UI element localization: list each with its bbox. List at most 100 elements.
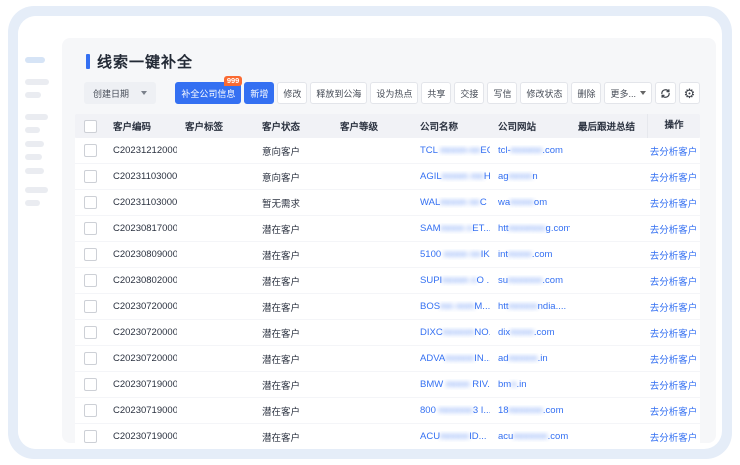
analyze-customer-link[interactable]: 去分析客户 xyxy=(650,433,698,444)
customer-table: 客户编码客户标签客户状态客户等级公司名称公司网站最后跟进总结操作 C202312… xyxy=(75,114,700,443)
table-row: C202308020001潜在客户SUPImnnm nO ...sumnnnnn… xyxy=(75,268,700,294)
create-date-filter[interactable]: 创建日期 xyxy=(84,82,156,104)
company-name-link[interactable]: WALmnnm nnC . xyxy=(412,197,490,208)
company-name-link[interactable]: SUPImnnm nO ... xyxy=(412,275,490,286)
row-checkbox[interactable] xyxy=(84,248,97,261)
row-checkbox[interactable] xyxy=(84,352,97,365)
table-row: C202308090001潜在客户5100 mnnn nnIK...intmnn… xyxy=(75,242,700,268)
add-button[interactable]: 新增 xyxy=(244,82,274,104)
company-site-link[interactable]: httmnnmnng.com xyxy=(490,223,570,234)
row-checkbox-cell xyxy=(75,378,105,391)
visible-text: SAM xyxy=(420,223,441,234)
toolbar: 创建日期 补全公司信息 999 新增 修改释放到公海设为热点共享交接写信修改状态… xyxy=(62,82,716,104)
more-button[interactable]: 更多... xyxy=(604,82,652,104)
main-panel: 线索一键补全 创建日期 补全公司信息 999 新增 修改释放到公海设为热点共享交… xyxy=(62,38,716,443)
visible-text: DIXC xyxy=(420,327,443,338)
row-checkbox[interactable] xyxy=(84,430,97,443)
analyze-customer-link[interactable]: 去分析客户 xyxy=(650,381,698,392)
company-site-link[interactable]: tcl-mnnmn.com xyxy=(490,145,570,156)
page-title: 线索一键补全 xyxy=(97,51,193,72)
company-name-link[interactable]: DIXCmnnnmNO... xyxy=(412,327,490,338)
row-checkbox-cell xyxy=(75,222,105,235)
select-all-checkbox[interactable] xyxy=(84,120,97,133)
column-header-summary: 最后跟进总结 xyxy=(570,119,647,133)
redacted-text: mnnm nn xyxy=(440,197,480,208)
analyze-customer-link[interactable]: 去分析客户 xyxy=(650,329,698,340)
visible-text: BMW xyxy=(420,379,446,390)
row-checkbox[interactable] xyxy=(84,404,97,417)
company-name-link[interactable]: ACUmnnnnID... xyxy=(412,431,490,442)
analyze-customer-link[interactable]: 去分析客户 xyxy=(650,407,698,418)
visible-text: ACU xyxy=(420,431,440,442)
company-name-link[interactable]: SAMmnnn nET... xyxy=(412,223,490,234)
company-name-link[interactable]: ADVAmnnnnIN... xyxy=(412,353,490,364)
redacted-text: mnnn n xyxy=(441,223,473,234)
visible-text: tcl- xyxy=(498,145,511,156)
analyze-customer-link[interactable]: 去分析客户 xyxy=(650,277,698,288)
column-header-tag: 客户标签 xyxy=(177,119,254,133)
analyze-customer-link[interactable]: 去分析客户 xyxy=(650,173,698,184)
row-checkbox[interactable] xyxy=(84,170,97,183)
table-row: C202307190002潜在客户800 mnnnnn3 I...18mnnnn… xyxy=(75,398,700,424)
visible-text: BOS xyxy=(420,301,440,312)
toolbar-button-写信[interactable]: 写信 xyxy=(487,82,517,104)
visible-text: WAL xyxy=(420,197,440,208)
sync-button[interactable] xyxy=(655,82,676,104)
row-checkbox[interactable] xyxy=(84,222,97,235)
redacted-text: mnnm-nn xyxy=(440,145,480,156)
analyze-customer-link[interactable]: 去分析客户 xyxy=(650,147,698,158)
company-site-link[interactable]: 18mnnnnn.com xyxy=(490,405,570,416)
company-name-link[interactable]: BOSmn nnmM... xyxy=(412,301,490,312)
toolbar-button-删除[interactable]: 删除 xyxy=(571,82,601,104)
analyze-customer-link[interactable]: 去分析客户 xyxy=(650,251,698,262)
row-checkbox[interactable] xyxy=(84,144,97,157)
company-site-link[interactable]: wamnnnom xyxy=(490,197,570,208)
analyze-customer-link[interactable]: 去分析客户 xyxy=(650,303,698,314)
row-checkbox[interactable] xyxy=(84,300,97,313)
company-name-link[interactable]: AGILmnnm mnHN... xyxy=(412,171,490,182)
settings-button[interactable]: ⚙ xyxy=(679,82,700,104)
toolbar-button-共享[interactable]: 共享 xyxy=(421,82,451,104)
toolbar-button-交接[interactable]: 交接 xyxy=(454,82,484,104)
redacted-text: mnnm n xyxy=(442,275,476,286)
toolbar-button-修改状态[interactable]: 修改状态 xyxy=(520,82,568,104)
company-name-link[interactable]: 800 mnnnnn3 I... xyxy=(412,405,490,416)
analyze-customer-link[interactable]: 去分析客户 xyxy=(650,199,698,210)
visible-text: dix xyxy=(498,327,510,338)
company-site-link[interactable]: httmnnnnndia.... xyxy=(490,301,570,312)
table-row: C202307190001潜在客户ACUmnnnnID...acumnnnnn.… xyxy=(75,424,700,443)
company-name-link[interactable]: BMW mnnn RIV... xyxy=(412,379,490,390)
company-site-link[interactable]: dixmnnn.com xyxy=(490,327,570,338)
toolbar-button-设为热点[interactable]: 设为热点 xyxy=(370,82,418,104)
toolbar-button-释放到公海[interactable]: 释放到公海 xyxy=(310,82,367,104)
company-site-link[interactable]: intmnnn.com xyxy=(490,249,570,260)
table-row: C202312120001意向客户TCL mnnm-nnEC...tcl-mnn… xyxy=(75,138,700,164)
browser-frame: 线索一键补全 创建日期 补全公司信息 999 新增 修改释放到公海设为热点共享交… xyxy=(8,6,732,459)
company-site-link[interactable]: bmn.in xyxy=(490,379,570,390)
company-site-link[interactable]: sumnnnnn.com xyxy=(490,275,570,286)
visible-text: IN... xyxy=(474,353,490,364)
redacted-text: mn nnm xyxy=(440,301,474,312)
status-cell: 暂无需求 xyxy=(254,196,332,210)
company-site-link[interactable]: acumnnnnn.com xyxy=(490,431,570,442)
complete-company-info-button[interactable]: 补全公司信息 999 xyxy=(175,82,241,104)
row-checkbox-cell xyxy=(75,326,105,339)
visible-text: htt xyxy=(498,223,509,234)
company-site-link[interactable]: agmnnnn xyxy=(490,171,570,182)
redacted-text: mnnm mn xyxy=(442,171,484,182)
table-header-row: 客户编码客户标签客户状态客户等级公司名称公司网站最后跟进总结操作 xyxy=(75,114,700,138)
status-cell: 潜在客户 xyxy=(254,248,332,262)
row-checkbox[interactable] xyxy=(84,196,97,209)
visible-text: .in xyxy=(517,379,527,390)
analyze-customer-link[interactable]: 去分析客户 xyxy=(650,225,698,236)
company-name-link[interactable]: TCL mnnm-nnEC... xyxy=(412,145,490,156)
visible-text: ndia.... xyxy=(538,301,567,312)
company-site-link[interactable]: admnnnn.in xyxy=(490,353,570,364)
row-checkbox[interactable] xyxy=(84,378,97,391)
analyze-customer-link[interactable]: 去分析客户 xyxy=(650,355,698,366)
toolbar-button-修改[interactable]: 修改 xyxy=(277,82,307,104)
row-checkbox[interactable] xyxy=(84,274,97,287)
company-name-link[interactable]: 5100 mnnn nnIK... xyxy=(412,249,490,260)
row-checkbox[interactable] xyxy=(84,326,97,339)
row-checkbox-cell xyxy=(75,170,105,183)
